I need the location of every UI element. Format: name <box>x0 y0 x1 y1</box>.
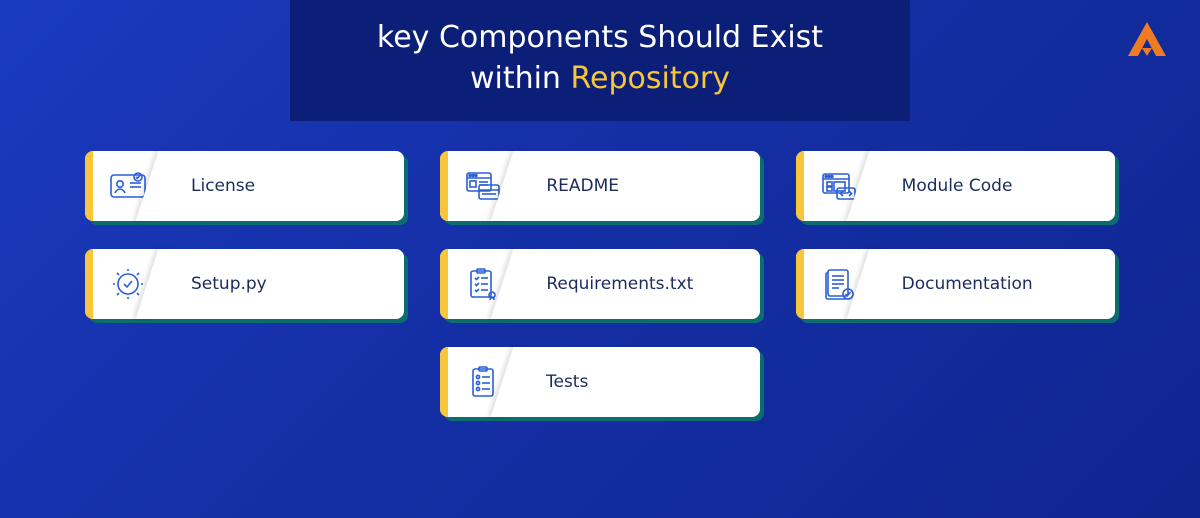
card-license: License <box>85 151 404 221</box>
card-module-code: Module Code <box>796 151 1115 221</box>
card-readme: README <box>440 151 759 221</box>
card-requirements: Requirements.txt <box>440 249 759 319</box>
cards-grid: License README <box>85 151 1115 417</box>
title-line2: within Repository <box>330 59 870 100</box>
documentation-icon <box>804 249 874 319</box>
card-label: Tests <box>518 347 760 417</box>
card-label: README <box>518 151 759 221</box>
card-accent-stripe <box>440 151 448 221</box>
module-code-icon <box>804 151 874 221</box>
readme-icon <box>448 151 518 221</box>
card-tests: Tests <box>440 347 760 417</box>
card-accent-stripe <box>440 347 448 417</box>
card-accent-stripe <box>85 249 93 319</box>
card-accent-stripe <box>85 151 93 221</box>
card-label: Requirements.txt <box>518 249 759 319</box>
brand-logo <box>1124 20 1170 64</box>
card-accent-stripe <box>440 249 448 319</box>
setup-icon <box>93 249 163 319</box>
card-setup: Setup.py <box>85 249 404 319</box>
card-label: Setup.py <box>163 249 404 319</box>
requirements-icon <box>448 249 518 319</box>
cards-row-3: Tests <box>85 347 1115 417</box>
card-documentation: Documentation <box>796 249 1115 319</box>
title-line2-accent: Repository <box>571 61 731 96</box>
title-line1: key Components Should Exist <box>330 18 870 59</box>
card-label: License <box>163 151 404 221</box>
card-label: Documentation <box>874 249 1115 319</box>
cards-row-2: Setup.py Requirements.txt <box>85 249 1115 319</box>
card-label: Module Code <box>874 151 1115 221</box>
tests-icon <box>448 347 518 417</box>
card-accent-stripe <box>796 249 804 319</box>
diagram-title: key Components Should Exist within Repos… <box>290 0 910 121</box>
cards-row-1: License README <box>85 151 1115 221</box>
title-line2-prefix: within <box>470 61 571 96</box>
license-icon <box>93 151 163 221</box>
card-accent-stripe <box>796 151 804 221</box>
